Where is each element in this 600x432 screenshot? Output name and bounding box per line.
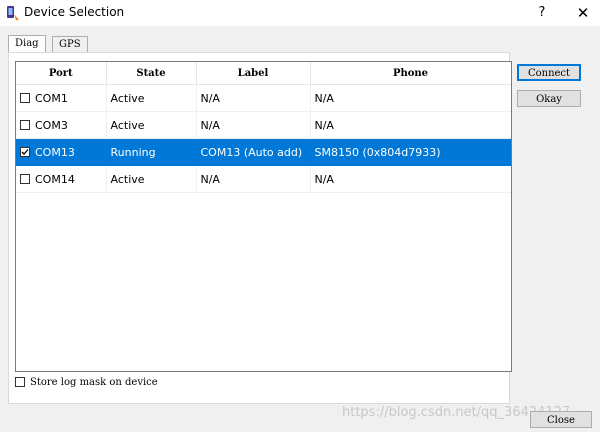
port-text: COM1 <box>35 91 68 105</box>
tab-gps[interactable]: GPS <box>52 36 88 53</box>
table-row-selected[interactable]: COM13 Running COM13 (Auto add) SM8150 (0… <box>16 138 511 166</box>
store-log-mask-label: Store log mask on device <box>30 377 158 388</box>
port-cell: COM3 <box>16 111 107 139</box>
help-button[interactable]: ? <box>527 3 557 23</box>
close-button[interactable]: Close <box>530 411 592 428</box>
window-title: Device Selection <box>24 5 125 19</box>
row-checkbox[interactable] <box>20 173 30 184</box>
label-cell: COM13 (Auto add) <box>196 138 311 166</box>
store-log-mask-option[interactable]: Store log mask on device <box>15 376 158 390</box>
row-checkbox[interactable] <box>20 92 30 103</box>
tab-diag[interactable]: Diag <box>8 35 46 53</box>
column-header-phone[interactable]: Phone <box>310 62 511 85</box>
phone-cell: N/A <box>310 84 511 112</box>
title-bar: Device Selection ? ✕ <box>0 0 600 26</box>
state-cell: Active <box>106 165 197 193</box>
close-window-button[interactable]: ✕ <box>570 3 596 23</box>
table-row[interactable]: COM14 Active N/A N/A <box>16 165 511 193</box>
table-row[interactable]: COM3 Active N/A N/A <box>16 111 511 139</box>
port-text: COM13 <box>35 145 75 159</box>
port-cell: COM1 <box>16 84 107 112</box>
checkmark-icon <box>21 148 29 155</box>
port-cell: COM14 <box>16 165 107 193</box>
table-row[interactable]: COM1 Active N/A N/A <box>16 84 511 112</box>
column-header-port[interactable]: Port <box>16 62 107 85</box>
okay-button[interactable]: Okay <box>517 90 581 107</box>
device-table: Port State Label Phone COM1 Active N/A N… <box>15 61 512 372</box>
state-cell: Active <box>106 84 197 112</box>
connect-button[interactable]: Connect <box>517 64 581 81</box>
phone-cell: SM8150 (0x804d7933) <box>310 138 511 166</box>
label-cell: N/A <box>196 84 311 112</box>
column-header-label[interactable]: Label <box>196 62 311 85</box>
row-checkbox[interactable] <box>20 119 30 130</box>
label-cell: N/A <box>196 165 311 193</box>
label-cell: N/A <box>196 111 311 139</box>
row-checkbox-checked[interactable] <box>20 146 30 157</box>
state-cell: Active <box>106 111 197 139</box>
app-icon <box>7 6 19 20</box>
phone-cell: N/A <box>310 111 511 139</box>
port-text: COM3 <box>35 118 68 132</box>
port-text: COM14 <box>35 172 75 186</box>
state-cell: Running <box>106 138 197 166</box>
phone-cell: N/A <box>310 165 511 193</box>
column-header-state[interactable]: State <box>106 62 197 85</box>
table-header-row: Port State Label Phone <box>16 62 511 85</box>
port-cell: COM13 <box>16 138 107 166</box>
store-log-mask-checkbox[interactable] <box>15 376 25 387</box>
